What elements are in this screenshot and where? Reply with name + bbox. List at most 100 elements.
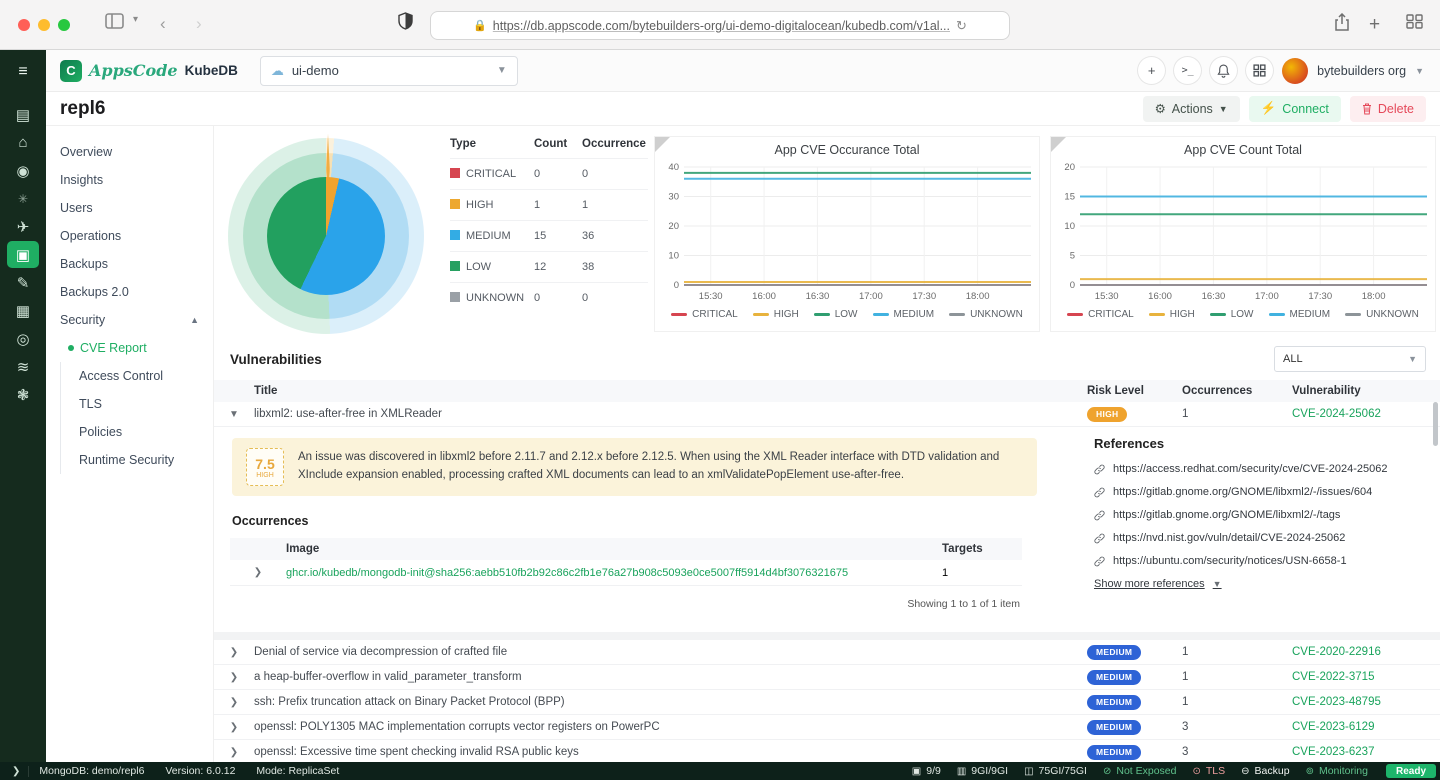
vulnerability-row[interactable]: ❯openssl: POLY1305 MAC implementation co… bbox=[214, 715, 1440, 740]
layers-icon[interactable]: ≋ bbox=[7, 353, 39, 380]
reference-url[interactable]: https://ubuntu.com/security/notices/USN-… bbox=[1113, 555, 1347, 567]
apps-icon[interactable]: ▦ bbox=[7, 297, 39, 324]
avatar[interactable] bbox=[1282, 58, 1308, 84]
sidebar-item-insights[interactable]: Insights bbox=[46, 166, 213, 194]
svg-text:18:00: 18:00 bbox=[1362, 291, 1386, 302]
chevron-right-icon[interactable]: ❯ bbox=[214, 672, 254, 683]
reference-link[interactable]: https://ubuntu.com/security/notices/USN-… bbox=[1094, 555, 1439, 567]
sidebar-item-users[interactable]: Users bbox=[46, 194, 213, 222]
scrollbar-thumb[interactable] bbox=[1433, 402, 1438, 446]
cve-link[interactable]: CVE-2023-6129 bbox=[1292, 721, 1440, 733]
chevron-down-icon[interactable]: ▾ bbox=[133, 14, 138, 25]
reload-icon[interactable]: ↻ bbox=[956, 18, 967, 34]
vulnerability-row[interactable]: ❯Denial of service via decompression of … bbox=[214, 640, 1440, 665]
cve-link[interactable]: CVE-2024-25062 bbox=[1292, 408, 1440, 420]
create-button[interactable]: + bbox=[1138, 57, 1165, 84]
reference-url[interactable]: https://gitlab.gnome.org/GNOME/libxml2/-… bbox=[1113, 486, 1372, 498]
back-button[interactable]: ‹ bbox=[160, 14, 166, 34]
actions-button[interactable]: ⚙ Actions ▼ bbox=[1143, 96, 1240, 122]
reference-link[interactable]: https://nvd.nist.gov/vuln/detail/CVE-202… bbox=[1094, 532, 1439, 544]
cve-link[interactable]: CVE-2023-48795 bbox=[1292, 696, 1440, 708]
severity-filter-select[interactable]: ALL ▼ bbox=[1274, 346, 1426, 372]
reference-url[interactable]: https://access.redhat.com/security/cve/C… bbox=[1113, 463, 1388, 475]
databases-icon[interactable]: ▤ bbox=[7, 101, 39, 128]
count-chart-card: App CVE Count Total 0510152015:3016:0016… bbox=[1050, 136, 1436, 332]
sidebar-item-policies[interactable]: Policies bbox=[60, 418, 213, 446]
apps-grid-button[interactable] bbox=[1246, 57, 1273, 84]
vulnerability-row[interactable]: ❯ssh: Prefix truncation attack on Binary… bbox=[214, 690, 1440, 715]
vulnerability-title: openssl: Excessive time spent checking i… bbox=[254, 746, 1087, 758]
brand[interactable]: C AppsCode KubeDB bbox=[46, 60, 260, 82]
cluster-selector[interactable]: ☁ ui-demo ▼ bbox=[260, 56, 518, 86]
line-chart-svg: 0510152015:3016:0016:3017:0017:3018:00 bbox=[1054, 159, 1432, 309]
database-icon[interactable]: ▣ bbox=[7, 241, 39, 268]
chevron-down-icon[interactable]: ▼ bbox=[214, 409, 254, 420]
vulnerability-row[interactable]: ❯openssl: Excessive time spent checking … bbox=[214, 740, 1440, 762]
image-link[interactable]: ghcr.io/kubedb/mongodb-init@sha256:aebb5… bbox=[286, 567, 942, 579]
maximize-window-button[interactable] bbox=[58, 19, 70, 31]
occurrence-image-row[interactable]: ❯ ghcr.io/kubedb/mongodb-init@sha256:aeb… bbox=[230, 560, 1022, 586]
account-name[interactable]: bytebuilders org bbox=[1317, 64, 1406, 78]
chevron-right-icon[interactable]: ❯ bbox=[214, 747, 254, 758]
cluster-icon[interactable]: ◉ bbox=[7, 157, 39, 184]
browser-sidebar-icon[interactable] bbox=[105, 13, 124, 29]
sidebar-item-runtime-security[interactable]: Runtime Security bbox=[60, 446, 213, 474]
legend-label: CRITICAL bbox=[1088, 309, 1134, 320]
shield-icon[interactable] bbox=[398, 12, 413, 30]
severity-swatch-icon bbox=[450, 261, 460, 271]
chevron-right-icon[interactable]: ❯ bbox=[230, 567, 286, 578]
cve-link[interactable]: CVE-2023-6237 bbox=[1292, 746, 1440, 758]
terminal-button[interactable]: >_ bbox=[1174, 57, 1201, 84]
reference-url[interactable]: https://gitlab.gnome.org/GNOME/libxml2/-… bbox=[1113, 509, 1340, 521]
cve-link[interactable]: CVE-2022-3715 bbox=[1292, 671, 1440, 683]
share-icon[interactable] bbox=[1334, 13, 1350, 31]
home-icon[interactable]: ⌂ bbox=[7, 129, 39, 156]
address-bar[interactable]: 🔒 https://db.appscode.com/bytebuilders-o… bbox=[430, 11, 1010, 40]
chevron-right-icon[interactable]: ❯ bbox=[214, 697, 254, 708]
forward-button[interactable]: › bbox=[196, 14, 202, 34]
severity-count: 1 bbox=[534, 199, 582, 211]
database-edit-icon[interactable]: ✎ bbox=[7, 269, 39, 296]
sidebar-item-cve-report[interactable]: CVE Report bbox=[60, 334, 213, 362]
menu-icon[interactable]: ≡ bbox=[7, 58, 39, 85]
new-tab-button[interactable]: + bbox=[1369, 14, 1380, 36]
minimize-window-button[interactable] bbox=[38, 19, 50, 31]
notifications-button[interactable] bbox=[1210, 57, 1237, 84]
window-controls[interactable] bbox=[18, 19, 70, 31]
show-more-references-link[interactable]: Show more references ▼ bbox=[1094, 578, 1439, 590]
rocket-icon[interactable]: ✈ bbox=[7, 213, 39, 240]
legend-item-unknown: UNKNOWN bbox=[1345, 309, 1419, 320]
delete-button[interactable]: Delete bbox=[1350, 96, 1426, 122]
disk-icon: ◫ bbox=[1024, 766, 1033, 777]
chevron-right-icon[interactable]: ❯ bbox=[214, 647, 254, 658]
close-window-button[interactable] bbox=[18, 19, 30, 31]
sidebar-item-operations[interactable]: Operations bbox=[46, 222, 213, 250]
cve-link[interactable]: CVE-2020-22916 bbox=[1292, 646, 1440, 658]
tab-overview-icon[interactable] bbox=[1406, 14, 1423, 29]
sidebar-item-tls[interactable]: TLS bbox=[60, 390, 213, 418]
sidebar-item-security[interactable]: Security▲ bbox=[46, 306, 213, 334]
chevron-down-icon: ▼ bbox=[497, 65, 507, 76]
reference-url[interactable]: https://nvd.nist.gov/vuln/detail/CVE-202… bbox=[1113, 532, 1345, 544]
sidebar-item-backups[interactable]: Backups bbox=[46, 250, 213, 278]
sidebar-item-backups-2-0[interactable]: Backups 2.0 bbox=[46, 278, 213, 306]
legend-label: LOW bbox=[835, 309, 858, 320]
plugins-icon[interactable]: ❃ bbox=[7, 381, 39, 408]
connect-button[interactable]: ⚡ Connect bbox=[1249, 96, 1341, 122]
reference-link[interactable]: https://gitlab.gnome.org/GNOME/libxml2/-… bbox=[1094, 486, 1439, 498]
reference-link[interactable]: https://gitlab.gnome.org/GNOME/libxml2/-… bbox=[1094, 509, 1439, 521]
target-icon[interactable]: ◎ bbox=[7, 325, 39, 352]
vulnerability-row[interactable]: ❯a heap-buffer-overflow in valid_paramet… bbox=[214, 665, 1440, 690]
chevron-right-icon[interactable]: ❯ bbox=[214, 722, 254, 733]
targets-count: 1 bbox=[942, 567, 1022, 579]
kubernetes-icon[interactable]: ✳ bbox=[7, 185, 39, 212]
reference-link[interactable]: https://access.redhat.com/security/cve/C… bbox=[1094, 463, 1439, 475]
vulnerability-row-expanded[interactable]: ▼ libxml2: use-after-free in XMLReader H… bbox=[214, 402, 1440, 427]
statusbar-expand-icon[interactable]: ❯ bbox=[0, 766, 29, 777]
sidebar-item-access-control[interactable]: Access Control bbox=[60, 362, 213, 390]
sidebar-item-overview[interactable]: Overview bbox=[46, 138, 213, 166]
status-text: Not Exposed bbox=[1116, 765, 1176, 777]
sidebar-item-label: Access Control bbox=[79, 369, 163, 383]
url-text: https://db.appscode.com/bytebuilders-org… bbox=[493, 19, 950, 33]
severity-col-type: Type bbox=[450, 138, 534, 150]
